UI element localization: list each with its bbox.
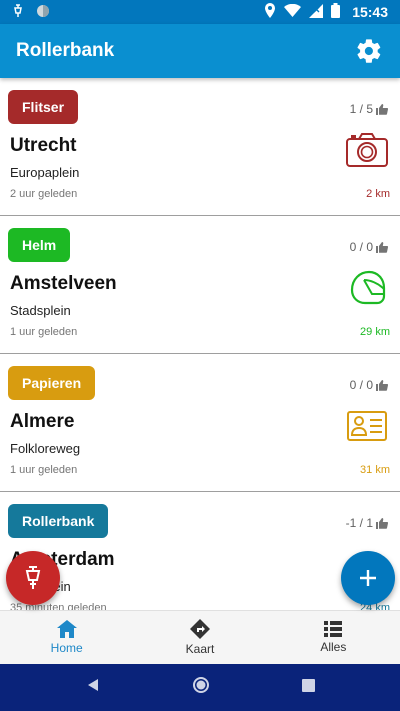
gear-icon [357,39,381,63]
directions-icon [189,619,210,639]
vote-count[interactable]: 1 / 5 [350,102,388,116]
thumbs-up-icon [376,379,388,391]
report-type-badge: Rollerbank [8,504,109,538]
vote-count-label: 0 / 0 [349,240,373,254]
report-time: 1 uur geleden [10,326,78,338]
report-distance: 2 km [366,188,390,200]
plus-icon [360,570,376,586]
battery-icon [331,3,341,21]
report-city: Utrecht [10,135,77,156]
report-street: Folkloreweg [10,441,81,456]
report-city: Almere [10,411,75,432]
home-system-button[interactable] [192,676,210,699]
app-title: Rollerbank [16,40,115,61]
app-bar: Rollerbank [0,24,400,78]
nav-map-label: Kaart [185,642,215,656]
id-card-icon [344,406,390,446]
back-button[interactable] [86,678,100,697]
recents-button[interactable] [301,678,315,697]
home-icon [56,620,77,638]
bottom-navigation: Home Kaart Alles [0,610,400,664]
nav-all-label: Alles [320,640,347,654]
recents-icon [301,678,315,692]
report-time: 1 uur geleden [10,464,78,476]
status-bar: 15:43 [0,0,400,24]
vote-count-label: -1 / 1 [345,516,373,530]
report-card[interactable]: Rollerbank -1 / 1 Amsterdam Stadsplein 3… [0,492,400,610]
report-time: 2 uur geleden [10,188,78,200]
report-type-badge: Flitser [8,90,79,124]
wifi-icon [284,3,302,20]
cellular-icon [309,3,324,21]
thumbs-up-icon [376,241,388,253]
report-list: Flitser 1 / 5 Utrecht Europaplein 2 uur … [0,78,400,610]
thumbs-up-icon [376,103,388,115]
report-distance: 29 km [360,326,390,338]
vote-count-label: 1 / 5 [349,102,373,116]
app-notification-icon [12,3,24,21]
list-icon [324,621,343,637]
vote-count[interactable]: 0 / 0 [350,378,388,392]
roller-icon [25,566,41,589]
back-icon [87,679,98,691]
vote-count-label: 0 / 0 [349,378,373,392]
add-report-button[interactable] [341,551,395,605]
report-card[interactable]: Flitser 1 / 5 Utrecht Europaplein 2 uur … [0,78,400,216]
home-circle-icon [192,677,209,693]
location-icon [264,3,276,21]
helmet-icon [344,268,390,308]
report-card[interactable]: Papieren 0 / 0 Almere Folkloreweg 1 uur … [0,354,400,492]
sync-icon [36,4,50,21]
settings-button[interactable] [354,36,384,66]
report-type-badge: Papieren [8,366,96,400]
nav-all[interactable]: Alles [267,611,400,664]
report-distance: 31 km [360,464,390,476]
vote-count[interactable]: 0 / 0 [350,240,388,254]
report-speed-trap-fab[interactable] [6,551,60,605]
vote-count[interactable]: -1 / 1 [346,516,388,530]
nav-home-label: Home [50,641,83,655]
system-navigation-bar [0,664,400,711]
report-city: Amstelveen [10,273,117,294]
status-time: 15:43 [352,4,388,20]
nav-map[interactable]: Kaart [133,611,266,664]
camera-icon [344,130,390,170]
report-card[interactable]: Helm 0 / 0 Amstelveen Stadsplein 1 uur g… [0,216,400,354]
report-type-badge: Helm [8,228,71,262]
thumbs-up-icon [376,517,388,529]
report-street: Europaplein [10,165,80,180]
nav-home[interactable]: Home [0,611,133,664]
report-street: Stadsplein [10,303,71,318]
